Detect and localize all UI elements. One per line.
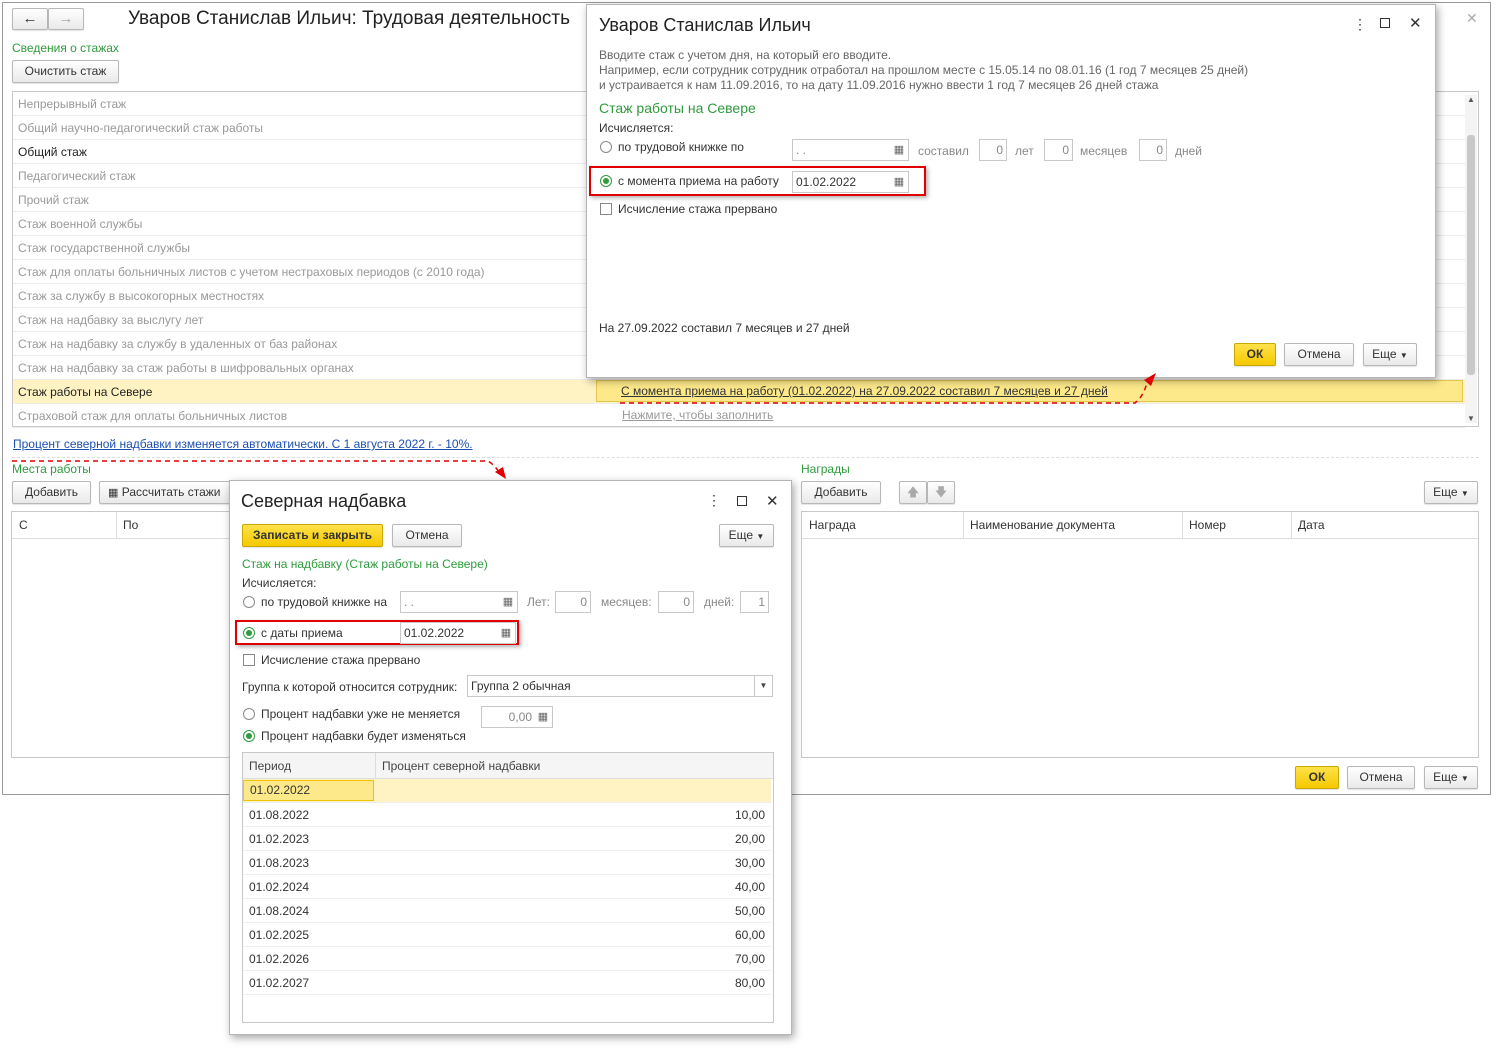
arrow-to-dialog2: [12, 460, 501, 475]
arrow-to-dialog1: [620, 377, 1149, 404]
annotation-arrows: [12, 373, 1156, 479]
arrowhead-1: [1144, 373, 1156, 386]
